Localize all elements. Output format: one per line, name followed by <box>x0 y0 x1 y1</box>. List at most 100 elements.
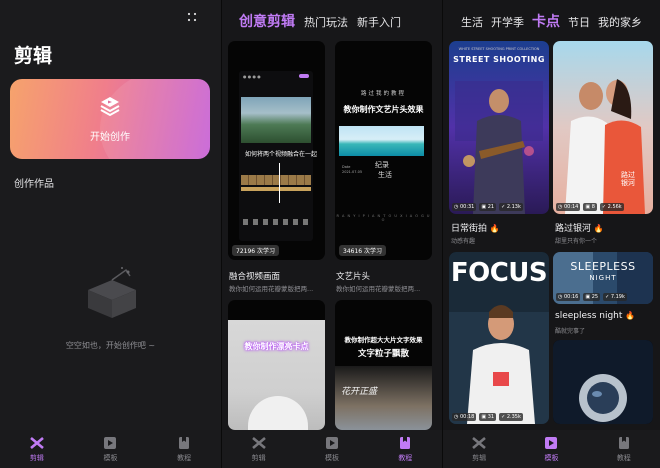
cover-text-2: 文字粒子飘散 <box>357 349 409 359</box>
fire-icon: 🔥 <box>593 224 604 233</box>
start-create-label: 开始创作 <box>90 132 130 143</box>
card-desc: 教你如何运用花瓣蒙版把两... <box>336 285 421 293</box>
cover-small-text: WHITE STREET SHOOTING PRINT COLLECTION <box>458 47 540 51</box>
tutorial-book-icon <box>400 436 411 449</box>
editor-toolbar <box>243 219 309 225</box>
scissors-icon <box>472 436 486 449</box>
tutorial-card-blend[interactable]: ● ● ● ● 如何将两个视频融合在一起 72196 次学习 <box>228 41 325 260</box>
tab-beginner[interactable]: 新手入门 <box>357 14 401 30</box>
cover-text-2: NIGHT <box>589 274 617 282</box>
layers-badge: ▣ 8 <box>583 203 597 211</box>
template-subtitle: 甜里只有你一个 <box>555 238 598 245</box>
template-card-sleepless[interactable]: SLEEPLESS NIGHT ◷ 00:16 ▣ 25 ✓ 7.19k <box>553 252 653 304</box>
fire-icon: 🔥 <box>489 224 500 233</box>
tutorial-card-literary-title[interactable]: 路过我的教程 教你制作文艺片头效果 纪录 生活 Date 2021.07.05 … <box>335 41 432 260</box>
editor-preview: ● ● ● ● 如何将两个视频融合在一起 <box>239 71 317 241</box>
tab-beat[interactable]: 卡点 <box>532 11 560 31</box>
layers-badge: ▣ 21 <box>479 203 497 211</box>
nav-template-label: 模板 <box>324 453 339 462</box>
tab-hometown[interactable]: 我的家乡 <box>598 14 642 30</box>
duration-badge: ◷ 00:31 <box>452 203 477 211</box>
nav-edit-label: 剪辑 <box>251 453 266 462</box>
template-panel: 生活 开学季 卡点 节日 我的家乡 WHITE STREET SHOOTING … <box>442 0 660 468</box>
video-preview-image <box>241 97 311 143</box>
tab-hot-play[interactable]: 热门玩法 <box>304 14 348 30</box>
tab-life[interactable]: 生活 <box>461 14 483 30</box>
template-card-street[interactable]: WHITE STREET SHOOTING PRINT COLLECTION S… <box>449 41 549 214</box>
tutorial-card-beat-sync[interactable]: 教你制作漂亮卡点 <box>228 300 325 430</box>
tab-back-to-school[interactable]: 开学季 <box>491 14 524 30</box>
nav-template[interactable]: 模板 <box>523 436 579 463</box>
cover-script-text: 花开正盛 <box>341 387 378 397</box>
uses-badge: ✓ 2.56k <box>599 203 624 211</box>
couple-cover-image <box>553 41 653 214</box>
layers-icon <box>100 97 120 117</box>
cover-sheng-text: 生活 <box>378 171 392 179</box>
nav-edit[interactable]: 剪辑 <box>9 436 65 463</box>
empty-box-icon <box>88 267 136 318</box>
template-title[interactable]: 日常街拍 🔥 <box>451 221 500 234</box>
nav-edit[interactable]: 剪辑 <box>451 436 507 463</box>
nav-tutorial[interactable]: 教程 <box>377 436 433 463</box>
bottom-nav: 剪辑 模板 教程 <box>222 430 442 468</box>
template-stats: ◷ 00:18 ▣ 31 ✓ 2.35k <box>452 413 523 421</box>
seaside-image <box>339 126 424 156</box>
cover-text-1: 教你制作超大大片文字效果 <box>344 336 423 344</box>
cover-big-text: 教你制作文艺片头效果 <box>343 105 424 114</box>
scissors-icon <box>29 436 44 449</box>
nav-template-label: 模板 <box>103 453 118 462</box>
tutorial-book-icon <box>618 436 629 449</box>
bottom-nav: 剪辑 模板 教程 <box>0 430 221 468</box>
card-title[interactable]: 文艺片头 <box>336 270 370 282</box>
nav-tutorial[interactable]: 教程 <box>596 436 652 463</box>
tutorial-card-text-particles[interactable]: 教你制作超大大片文字效果 文字粒子飘散 花开正盛 <box>335 300 432 430</box>
template-title[interactable]: sleepless night 🔥 <box>555 311 635 321</box>
cover-text: STREET SHOOTING <box>453 55 545 64</box>
cover-text: 路过银河 <box>621 171 635 187</box>
nav-tutorial-label: 教程 <box>616 453 631 462</box>
tutorial-tabs: 创意剪辑 热门玩法 新手入门 <box>239 11 442 31</box>
nav-tutorial[interactable]: 教程 <box>156 436 212 463</box>
tab-festival[interactable]: 节日 <box>568 14 590 30</box>
page-title: 剪辑 <box>14 45 53 67</box>
template-subtitle: 酷就完事了 <box>555 328 586 335</box>
template-card-focus[interactable]: FOCUS ◷ 00:18 ▣ 31 ✓ 2.35k <box>449 252 549 424</box>
timeline-track <box>241 175 311 185</box>
template-card-galaxy[interactable]: 路过银河 ◷ 00:14 ▣ 8 ✓ 2.56k <box>553 41 653 214</box>
cover-text: SLEEPLESS <box>570 260 636 273</box>
uses-badge: ✓ 2.13k <box>499 203 523 211</box>
template-stats: ◷ 00:31 ▣ 21 ✓ 2.13k <box>452 203 523 211</box>
tab-creative-edit[interactable]: 创意剪辑 <box>239 11 295 31</box>
nav-template[interactable]: 模板 <box>304 436 360 463</box>
duration-badge: ◷ 00:14 <box>556 203 581 211</box>
cover-date: Date 2021.07.05 <box>342 165 363 174</box>
template-play-icon <box>545 436 558 449</box>
duration-badge: ◷ 00:16 <box>556 293 581 301</box>
nav-edit-label: 剪辑 <box>472 453 487 462</box>
works-section-title: 创作作品 <box>14 179 54 190</box>
scissors-icon <box>251 436 266 449</box>
nav-edit-label: 剪辑 <box>29 453 44 462</box>
edit-home-panel: 剪辑 开始创作 创作作品 空空如也，开始创作吧 ~ 剪辑 模板 教程 <box>0 0 221 468</box>
template-stats: ◷ 00:16 ▣ 25 ✓ 7.19k <box>556 293 627 301</box>
template-play-icon <box>104 436 117 449</box>
uses-badge: ✓ 2.35k <box>499 413 523 421</box>
template-title[interactable]: 路过银河 🔥 <box>555 221 604 234</box>
template-card-astronaut[interactable] <box>553 340 653 424</box>
layers-badge: ▣ 25 <box>583 293 601 301</box>
more-grid-icon[interactable] <box>186 11 198 23</box>
start-create-button[interactable]: 开始创作 <box>10 79 210 159</box>
cover-small-text: 路过我的教程 <box>360 91 406 97</box>
template-play-icon <box>325 436 338 449</box>
nav-template[interactable]: 模板 <box>82 436 138 463</box>
nav-template-label: 模板 <box>544 453 559 462</box>
study-count-badge: 34616 次学习 <box>339 245 386 256</box>
card-desc: 教你如何运用花瓣蒙版把两... <box>229 285 314 293</box>
template-tabs: 生活 开学季 卡点 节日 我的家乡 <box>461 11 660 31</box>
fire-icon: 🔥 <box>625 311 636 320</box>
nav-tutorial-label: 教程 <box>398 453 413 462</box>
card-title[interactable]: 融合视频画面 <box>229 270 280 282</box>
cover-neon-text: 教你制作漂亮卡点 <box>244 342 309 351</box>
nav-edit[interactable]: 剪辑 <box>231 436 287 463</box>
playhead <box>279 163 280 203</box>
